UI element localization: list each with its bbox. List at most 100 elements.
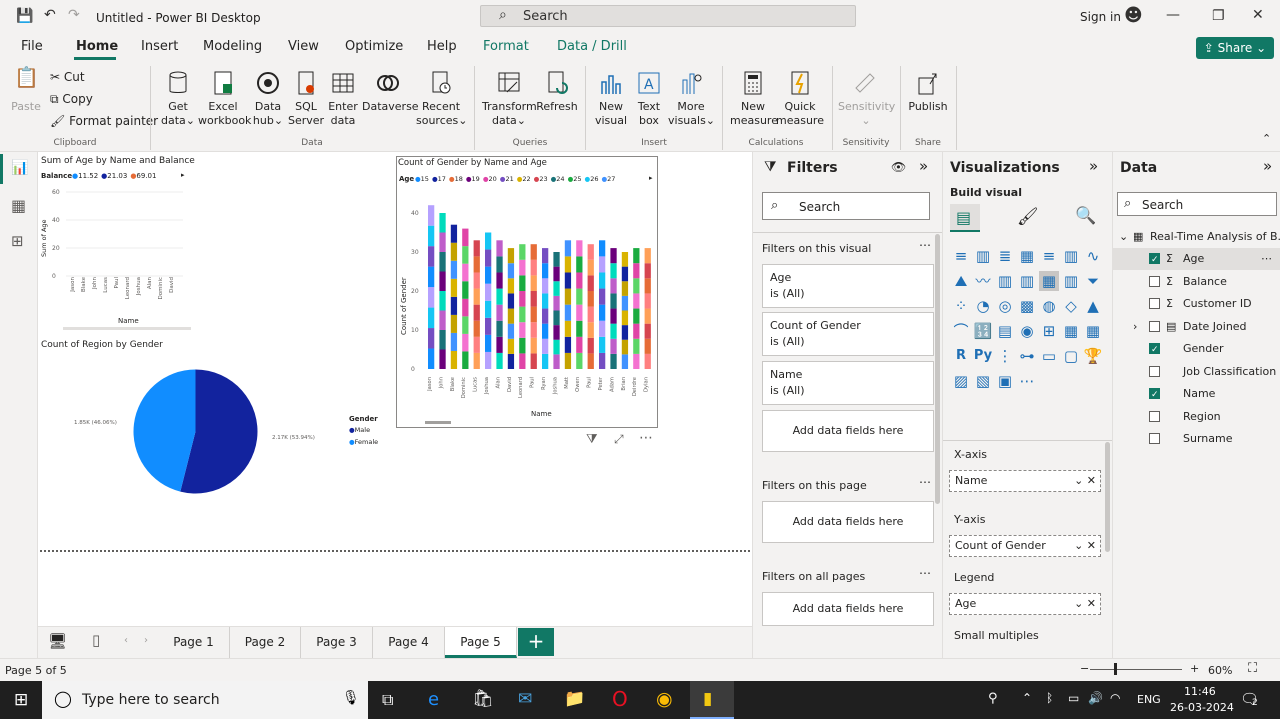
ribbon-segment[interactable] — [519, 259, 526, 276]
chevron-down-icon[interactable]: ⌄ ✕ — [1074, 536, 1096, 556]
ribbon-segment[interactable] — [428, 328, 435, 349]
ribbon-segment[interactable] — [633, 248, 640, 264]
visual-type-icon[interactable]: ▥ — [1017, 271, 1037, 291]
excel-workbook-button[interactable]: Excel workbook — [198, 70, 251, 128]
filter-card-name[interactable]: Name is (All) — [762, 361, 934, 405]
table-view-icon[interactable]: ▦ — [11, 196, 26, 215]
visual-type-icon[interactable]: ∿ — [1083, 246, 1103, 266]
ribbon-segment[interactable] — [450, 260, 458, 279]
visual-type-icon[interactable]: ▣ — [995, 371, 1015, 391]
ribbon-segment[interactable] — [507, 248, 515, 264]
ribbon-segment[interactable] — [428, 287, 435, 308]
ribbon-segment[interactable] — [462, 333, 469, 352]
ribbon-segment[interactable] — [519, 244, 526, 260]
ribbon-segment[interactable] — [485, 249, 492, 267]
ribbon-segment[interactable] — [519, 275, 526, 291]
visual-type-icon[interactable]: ⊞ — [1039, 321, 1059, 341]
redo-icon[interactable]: ↷ — [68, 7, 80, 23]
ribbon-segment[interactable] — [576, 240, 583, 257]
bluetooth-icon[interactable]: ᛒ — [1046, 691, 1053, 705]
ribbon-segment[interactable] — [485, 300, 492, 318]
field-balance[interactable]: Σ Balance — [1113, 271, 1280, 293]
ribbon-segment[interactable] — [610, 338, 617, 354]
zoom-thumb[interactable] — [1114, 663, 1117, 675]
prev-page-icon[interactable]: ‹ — [124, 635, 128, 646]
ribbon-segment[interactable] — [519, 306, 526, 323]
ribbon-segment[interactable] — [473, 304, 480, 321]
filter-card-age[interactable]: Age is (All) — [762, 264, 934, 308]
visual-type-icon[interactable]: ⊶ — [1017, 346, 1037, 366]
field-date-joined[interactable]: › ▤ Date Joined — [1113, 316, 1280, 338]
ribbon-segment[interactable] — [553, 295, 560, 311]
ribbon-segment[interactable] — [610, 323, 617, 339]
field-job-classification[interactable]: Job Classification — [1113, 361, 1280, 383]
ribbon-segment[interactable] — [633, 323, 640, 339]
ribbon-segment[interactable] — [587, 353, 594, 369]
ribbon-segment[interactable] — [599, 352, 606, 369]
more-options-icon[interactable]: ⋯ — [919, 475, 931, 489]
text-box-button[interactable]: A Text box — [632, 70, 666, 128]
add-page-button[interactable]: + — [518, 628, 554, 656]
transform-data-button[interactable]: Transform data⌄ — [482, 70, 537, 128]
task-view-icon[interactable]: ⧉ — [382, 690, 393, 710]
ribbon-segment[interactable] — [462, 298, 469, 317]
scrollbar[interactable] — [63, 327, 191, 330]
ribbon-segment[interactable] — [576, 288, 583, 305]
ribbon-segment[interactable] — [496, 256, 503, 273]
ribbon-segment[interactable] — [473, 320, 480, 337]
scrollbar[interactable] — [1105, 442, 1110, 552]
eye-icon[interactable]: 👁 — [891, 160, 906, 174]
ribbon-segment[interactable] — [599, 240, 606, 257]
ribbon-segment[interactable] — [462, 316, 469, 334]
visual-type-icon[interactable]: ≣ — [995, 246, 1015, 266]
ribbon-segment[interactable] — [621, 281, 629, 296]
sign-in-link[interactable]: Sign in — [1080, 10, 1121, 24]
account-icon[interactable]: ☻ — [1124, 5, 1143, 26]
ribbon-segment[interactable] — [587, 244, 594, 260]
ribbon-segment[interactable] — [564, 288, 572, 305]
checkbox[interactable] — [1149, 298, 1160, 309]
show-hidden-icons[interactable]: ⌃ — [1022, 691, 1032, 705]
field-age[interactable]: Σ Age ⋯ — [1113, 248, 1280, 271]
ribbon-segment[interactable] — [428, 348, 435, 369]
microphone-icon[interactable]: 🎙 — [342, 690, 360, 706]
ribbon-segment[interactable] — [496, 272, 503, 289]
ribbon-segment[interactable] — [553, 325, 560, 340]
ribbon-segment[interactable] — [633, 263, 640, 279]
ribbon-segment[interactable] — [473, 240, 480, 257]
ribbon-segment[interactable] — [644, 263, 651, 279]
tab-modeling[interactable]: Modeling — [203, 39, 262, 54]
visual-type-icon[interactable]: ▥ — [995, 271, 1015, 291]
ribbon-segment[interactable] — [644, 293, 651, 309]
mobile-layout-icon[interactable]: ▯ — [92, 631, 100, 649]
visual-type-icon[interactable]: ▤ — [995, 321, 1015, 341]
ribbon-segment[interactable] — [542, 293, 549, 309]
visual-type-icon[interactable]: ▩ — [1017, 296, 1037, 316]
cut-button[interactable]: ✂ Cut — [50, 70, 85, 84]
ribbon-segment[interactable] — [542, 353, 549, 369]
edge-icon[interactable]: e — [428, 689, 439, 710]
search-box[interactable]: ⌕ Search — [480, 5, 856, 27]
ribbon-segment[interactable] — [519, 322, 526, 338]
powerbi-taskbar-button[interactable]: ▮ — [690, 681, 734, 719]
ribbon-segment[interactable] — [644, 353, 651, 369]
analytics-icon[interactable]: 🔍 — [1075, 206, 1096, 226]
ribbon-segment[interactable] — [610, 293, 617, 309]
visual-type-icon[interactable]: Py — [973, 346, 993, 366]
ribbon-segment[interactable] — [553, 281, 560, 296]
ribbon-segment[interactable] — [587, 275, 594, 291]
ribbon-segment[interactable] — [462, 281, 469, 299]
ribbon-segment[interactable] — [610, 308, 617, 324]
refresh-button[interactable]: Refresh — [536, 70, 578, 114]
ribbon-segment[interactable] — [564, 352, 572, 369]
page-tab-4[interactable]: Page 4 — [373, 627, 445, 658]
visual-type-icon[interactable]: ≡ — [1039, 246, 1059, 266]
model-view-icon[interactable]: ⊞ — [11, 232, 24, 250]
undo-icon[interactable]: ↶ — [44, 7, 56, 23]
clock-time[interactable]: 11:46 — [1184, 685, 1216, 698]
file-explorer-icon[interactable]: 📁 — [564, 689, 585, 709]
ribbon-segment[interactable] — [519, 353, 526, 369]
visual-type-icon[interactable]: 〰 — [973, 271, 993, 291]
close-icon[interactable]: ✕ — [1252, 7, 1264, 23]
visual-type-icon[interactable]: ▦ — [1039, 271, 1059, 291]
